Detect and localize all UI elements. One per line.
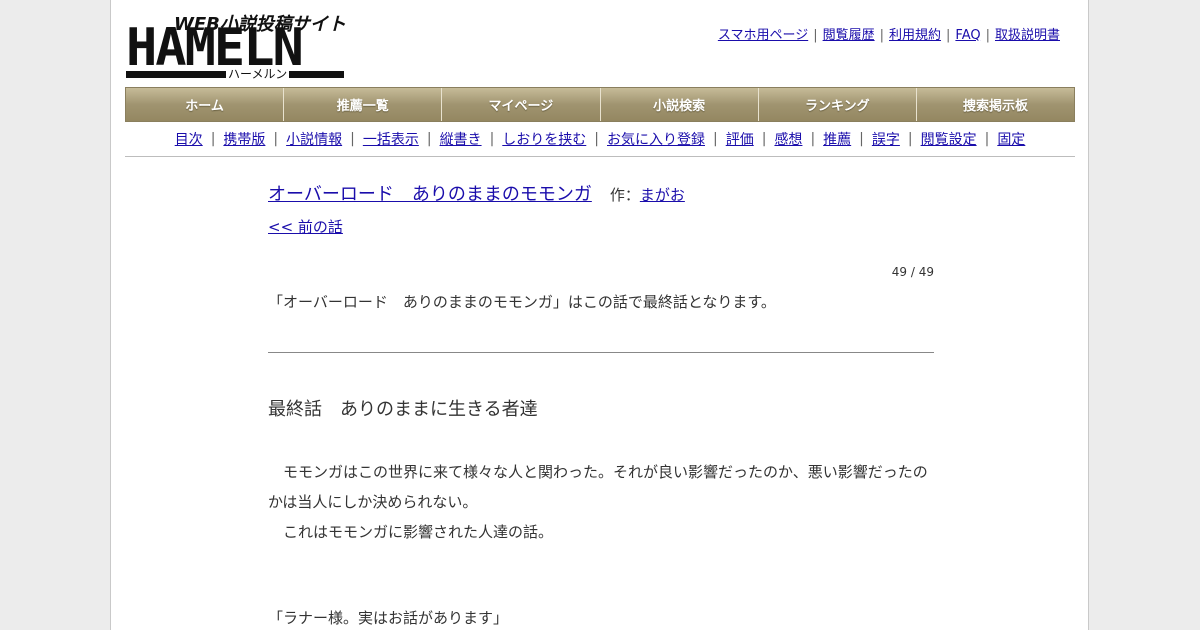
nav-ranking[interactable]: ランキング	[758, 88, 917, 121]
dialogue-line: 「ラナー様。実はお話があります」	[268, 609, 509, 627]
subnav-typo[interactable]: 誤字	[872, 129, 900, 149]
subnav-novel-info[interactable]: 小説情報	[286, 129, 342, 149]
nav-recommendations[interactable]: 推薦一覧	[284, 88, 443, 121]
author-prefix: 作：	[609, 186, 640, 204]
sub-nav: 目次 | 携帯版 | 小説情報 | 一括表示 | 縦書き | しおりを挟む | お気に入り登…	[125, 122, 1075, 157]
separator: |	[489, 131, 495, 147]
logo-kana: ハーメルン	[226, 65, 290, 82]
faq-link[interactable]: FAQ	[955, 28, 980, 43]
author-label: 作：まがお	[610, 186, 685, 204]
novel-title-link[interactable]: オーバーロード ありのままのモモンガ	[268, 184, 592, 205]
separator: |	[985, 28, 990, 43]
novel-content: オーバーロード ありのままのモモンガ 作：まがお << 前の話 49 / 49 「…	[268, 180, 934, 628]
paragraph: モモンガはこの世界に来て様々な人と関わった。それが良い影響だったのか、悪い影響だ…	[268, 463, 928, 511]
subnav-favorite[interactable]: お気に入り登録	[607, 129, 705, 149]
nav-home[interactable]: ホーム	[126, 88, 285, 121]
main-nav: ホーム 推薦一覧 マイページ 小説検索 ランキング 捜索掲示板	[125, 87, 1075, 122]
separator: |	[859, 131, 864, 147]
subnav-comments[interactable]: 感想	[774, 129, 802, 149]
separator: |	[810, 131, 816, 147]
manual-link[interactable]: 取扱説明書	[995, 28, 1060, 43]
final-chapter-notice: 「オーバーロード ありのままのモモンガ」はこの話で最終話となります。	[268, 293, 776, 311]
separator: |	[350, 131, 355, 147]
chapter-title: 最終話 ありのままに生きる者達	[268, 399, 538, 420]
subnav-view-settings[interactable]: 閲覧設定	[921, 129, 977, 149]
nav-mypage[interactable]: マイページ	[442, 88, 601, 121]
separator: |	[210, 131, 216, 147]
subnav-show-all[interactable]: 一括表示	[363, 129, 419, 149]
subnav-pin[interactable]: 固定	[997, 129, 1025, 149]
page-container: WEB小説投稿サイト HAMELN ハーメルン スマホ用ページ | 閲覧履歴 | 利用規…	[110, 0, 1089, 630]
separator: |	[273, 131, 279, 147]
separator: |	[946, 28, 951, 43]
separator: |	[713, 131, 718, 147]
subnav-rating[interactable]: 評価	[726, 129, 754, 149]
previous-chapter-link[interactable]: << 前の話	[268, 216, 934, 237]
title-line: オーバーロード ありのままのモモンガ 作：まがお	[268, 180, 934, 206]
separator: |	[879, 28, 884, 43]
smartphone-page-link[interactable]: スマホ用ページ	[718, 28, 808, 43]
separator: |	[426, 131, 432, 147]
subnav-mobile[interactable]: 携帯版	[223, 129, 265, 149]
hameln-logo[interactable]: WEB小説投稿サイト HAMELN ハーメルン	[126, 10, 346, 82]
nav-search-board[interactable]: 捜索掲示板	[916, 88, 1075, 121]
subnav-vertical[interactable]: 縦書き	[440, 129, 482, 149]
chapter-body: モモンガはこの世界に来て様々な人と関わった。それが良い影響だったのか、悪い影響だ…	[268, 457, 934, 547]
separator: |	[984, 131, 990, 147]
terms-link[interactable]: 利用規約	[889, 28, 941, 43]
divider	[268, 352, 934, 353]
paragraph: これはモモンガに影響された人達の話。	[268, 523, 554, 541]
author-link[interactable]: まがお	[640, 186, 685, 204]
history-link[interactable]: 閲覧履歴	[823, 28, 875, 43]
top-links: スマホ用ページ | 閲覧履歴 | 利用規約 | FAQ | 取扱説明書	[718, 24, 1060, 43]
nav-novel-search[interactable]: 小説検索	[600, 88, 759, 121]
separator: |	[907, 131, 913, 147]
separator: |	[813, 28, 818, 43]
separator: |	[594, 131, 599, 147]
separator: |	[761, 131, 767, 147]
subnav-toc[interactable]: 目次	[175, 129, 203, 149]
chapter-counter: 49 / 49	[891, 265, 934, 279]
subnav-recommend[interactable]: 推薦	[823, 129, 851, 149]
subnav-bookmark[interactable]: しおりを挟む	[502, 129, 586, 149]
